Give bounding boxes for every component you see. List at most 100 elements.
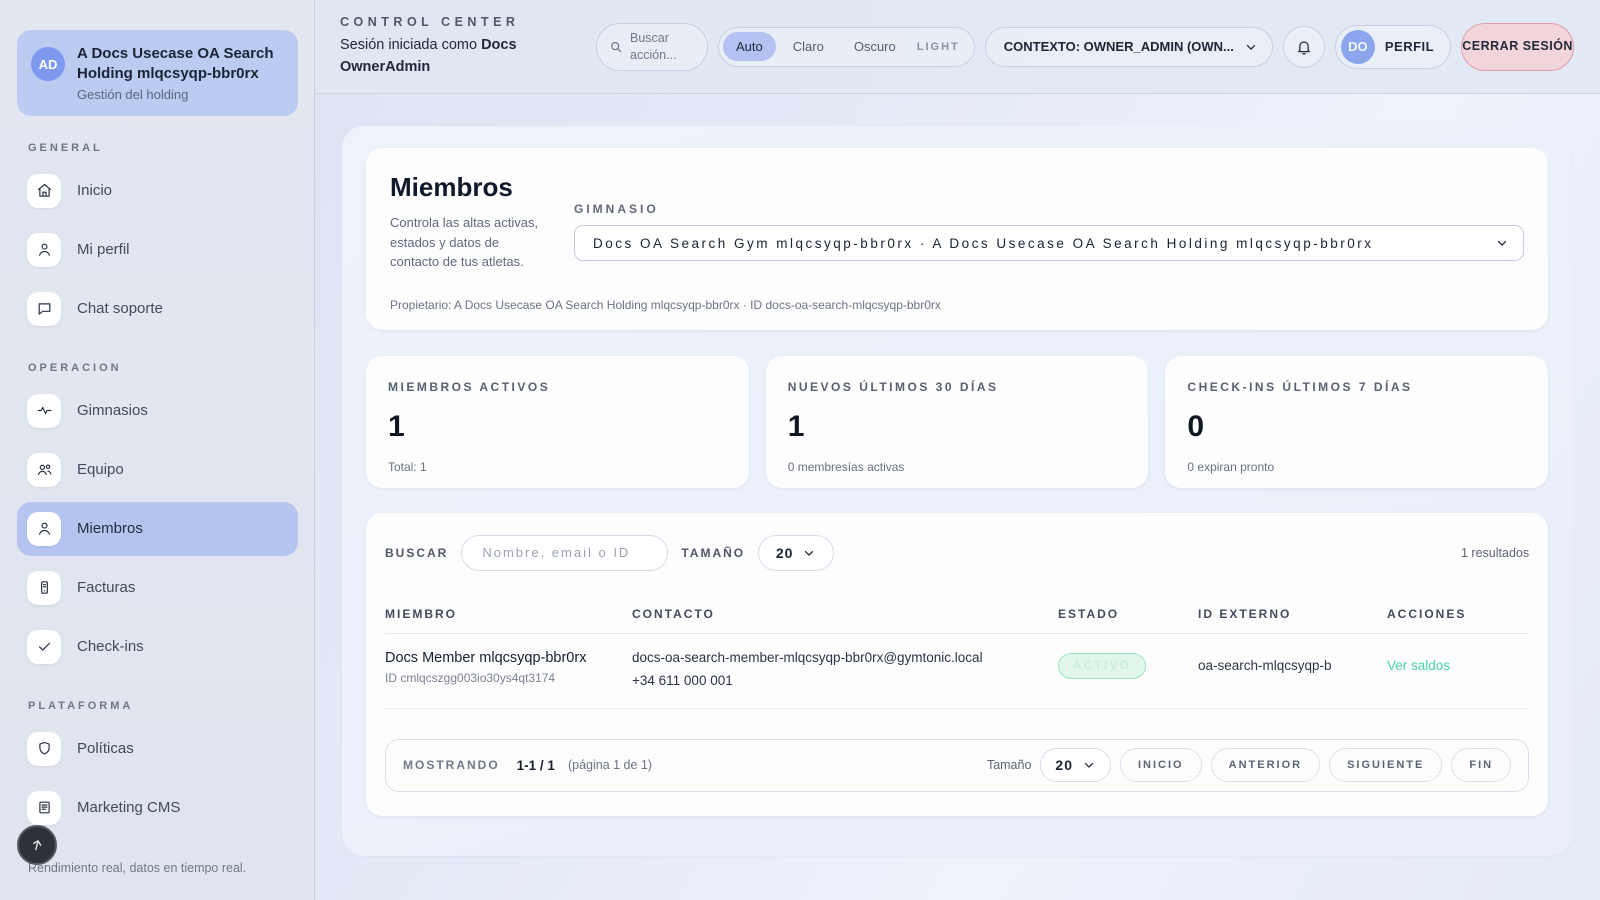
check-icon (27, 630, 61, 664)
theme-option-oscuro[interactable]: Oscuro (841, 32, 909, 61)
top-header: CONTROL CENTER Sesión iniciada como Docs… (315, 0, 1600, 94)
sidebar-item-marketing-cms[interactable]: Marketing CMS (17, 781, 298, 835)
sidebar-item-label: Miembros (77, 520, 143, 537)
notifications-button[interactable] (1283, 26, 1325, 68)
theme-switcher: Auto Claro Oscuro LIGHT (718, 27, 975, 67)
previous-page-button[interactable]: ANTERIOR (1211, 748, 1320, 782)
arrow-up-icon (29, 837, 45, 853)
chevron-down-icon (1244, 40, 1258, 54)
pagination-size-select[interactable]: 20 (1040, 748, 1111, 782)
bell-icon (1295, 38, 1313, 56)
header-title-block: CONTROL CENTER Sesión iniciada como Docs… (340, 15, 586, 77)
gym-select[interactable]: Docs OA Search Gym mlqcsyqp-bbr0rx · A D… (574, 225, 1524, 261)
table-header-row: MIEMBRO CONTACTO ESTADO ID EXTERNO ACCIO… (385, 607, 1529, 634)
sidebar-item-equipo[interactable]: Equipo (17, 443, 298, 497)
action-search-button[interactable]: Buscar acción... (596, 23, 708, 71)
sidebar-item-label: Chat soporte (77, 300, 163, 317)
scroll-top-button[interactable] (17, 825, 57, 865)
session-prefix: Sesión iniciada como (340, 37, 481, 53)
page-size-select[interactable]: 20 (758, 535, 834, 571)
page-title: Miembros (390, 172, 550, 203)
members-shell: Miembros Controla las altas activas, est… (342, 126, 1572, 856)
content-column: CONTROL CENTER Sesión iniciada como Docs… (315, 0, 1600, 900)
cms-icon (27, 791, 61, 825)
chevron-down-icon (1495, 236, 1509, 250)
profile-label: PERFIL (1385, 39, 1434, 54)
page-info: (página 1 de 1) (568, 758, 652, 772)
actions-cell: Ver saldos (1387, 650, 1529, 675)
sidebar-item-miembros[interactable]: Miembros (17, 502, 298, 556)
stat-value: 1 (788, 410, 1127, 444)
first-page-button[interactable]: INICIO (1120, 748, 1202, 782)
search-label: BUSCAR (385, 546, 448, 560)
org-card[interactable]: AD A Docs Usecase OA Search Holding mlqc… (17, 30, 298, 116)
member-phone: +34 611 000 001 (632, 673, 1058, 688)
stat-subtext: 0 membresías activas (788, 460, 1127, 474)
member-id: ID cmlqcszgg003io30ys4qt3174 (385, 671, 632, 685)
member-cell: Docs Member mlqcsyqp-bbr0rx ID cmlqcszgg… (385, 650, 632, 685)
pagination-size-label: Tamaño (987, 758, 1031, 772)
column-header-miembro: MIEMBRO (385, 607, 632, 621)
shield-icon (27, 732, 61, 766)
sidebar: AD A Docs Usecase OA Search Holding mlqc… (0, 0, 315, 900)
stat-label: CHECK-INS ÚLTIMOS 7 DÍAS (1187, 380, 1526, 394)
stat-value: 0 (1187, 410, 1526, 444)
page-description: Controla las altas activas, estados y da… (390, 213, 550, 272)
sidebar-item-politicas[interactable]: Políticas (17, 722, 298, 776)
org-avatar: AD (31, 47, 65, 81)
stat-subtext: Total: 1 (388, 460, 727, 474)
sidebar-item-label: Mi perfil (77, 241, 130, 258)
sidebar-section-operacion: OPERACION (28, 362, 298, 374)
results-count: 1 resultados (1461, 546, 1529, 560)
stat-subtext: 0 expiran pronto (1187, 460, 1526, 474)
activity-icon (27, 394, 61, 428)
gym-select-label: GIMNASIO (574, 202, 1524, 216)
sidebar-item-facturas[interactable]: Facturas (17, 561, 298, 615)
sidebar-footer-note: Rendimiento real, datos en tiempo real. (28, 861, 298, 875)
stat-label: MIEMBROS ACTIVOS (388, 380, 727, 394)
member-search-input[interactable] (461, 535, 668, 571)
next-page-button[interactable]: SIGUIENTE (1329, 748, 1442, 782)
sidebar-item-inicio[interactable]: Inicio (17, 164, 298, 218)
gym-select-value: Docs OA Search Gym mlqcsyqp-bbr0rx · A D… (593, 236, 1495, 251)
sidebar-item-label: Check-ins (77, 638, 144, 655)
members-table-card: BUSCAR TAMAÑO 20 1 resultados MIEMBRO (366, 513, 1548, 816)
member-email: docs-oa-search-member-mlqcsyqp-bbr0rx@gy… (632, 650, 1058, 665)
app-root: AD A Docs Usecase OA Search Holding mlqc… (0, 0, 1600, 900)
sidebar-item-mi-perfil[interactable]: Mi perfil (17, 223, 298, 277)
owner-line: Propietario: A Docs Usecase OA Search Ho… (390, 298, 1524, 312)
sidebar-item-gimnasios[interactable]: Gimnasios (17, 384, 298, 438)
profile-button[interactable]: DO PERFIL (1335, 25, 1451, 69)
contact-cell: docs-oa-search-member-mlqcsyqp-bbr0rx@gy… (632, 650, 1058, 688)
sidebar-section-plataforma: PLATAFORMA (28, 700, 298, 712)
stat-card-nuevos-30-dias: NUEVOS ÚLTIMOS 30 DÍAS 1 0 membresías ac… (766, 356, 1149, 488)
sidebar-item-chat-soporte[interactable]: Chat soporte (17, 282, 298, 336)
action-search-placeholder: Buscar acción... (630, 30, 695, 64)
chevron-down-icon (802, 546, 816, 560)
column-header-estado: ESTADO (1058, 607, 1198, 621)
stat-value: 1 (388, 410, 727, 444)
theme-option-claro[interactable]: Claro (780, 32, 837, 61)
search-icon (609, 40, 623, 54)
gym-field-block: GIMNASIO Docs OA Search Gym mlqcsyqp-bbr… (574, 172, 1524, 272)
context-dropdown[interactable]: CONTEXTO: OWNER_ADMIN (OWN... (985, 27, 1273, 67)
member-name: Docs Member mlqcsyqp-bbr0rx (385, 650, 632, 666)
user-icon (27, 233, 61, 267)
external-id: oa-search-mlqcsyqp-b (1198, 658, 1332, 673)
org-card-text: A Docs Usecase OA Search Holding mlqcsyq… (77, 44, 284, 102)
view-balances-link[interactable]: Ver saldos (1387, 658, 1450, 673)
chevron-down-icon (1082, 758, 1096, 772)
column-header-id-externo: ID EXTERNO (1198, 607, 1387, 621)
sidebar-item-check-ins[interactable]: Check-ins (17, 620, 298, 674)
stats-row: MIEMBROS ACTIVOS 1 Total: 1 NUEVOS ÚLTIM… (366, 356, 1548, 488)
sidebar-item-label: Equipo (77, 461, 124, 478)
logout-button[interactable]: CERRAR SESIÓN (1461, 23, 1574, 71)
main-area: Miembros Controla las altas activas, est… (315, 94, 1600, 900)
sidebar-section-general: GENERAL (28, 142, 298, 154)
table-row: Docs Member mlqcsyqp-bbr0rx ID cmlqcszgg… (385, 634, 1529, 709)
org-name: A Docs Usecase OA Search Holding mlqcsyq… (77, 44, 284, 84)
theme-option-auto[interactable]: Auto (723, 32, 776, 61)
context-label: CONTEXTO: OWNER_ADMIN (OWN... (1004, 39, 1234, 54)
last-page-button[interactable]: FIN (1451, 748, 1511, 782)
showing-range: 1-1 / 1 (517, 758, 555, 773)
